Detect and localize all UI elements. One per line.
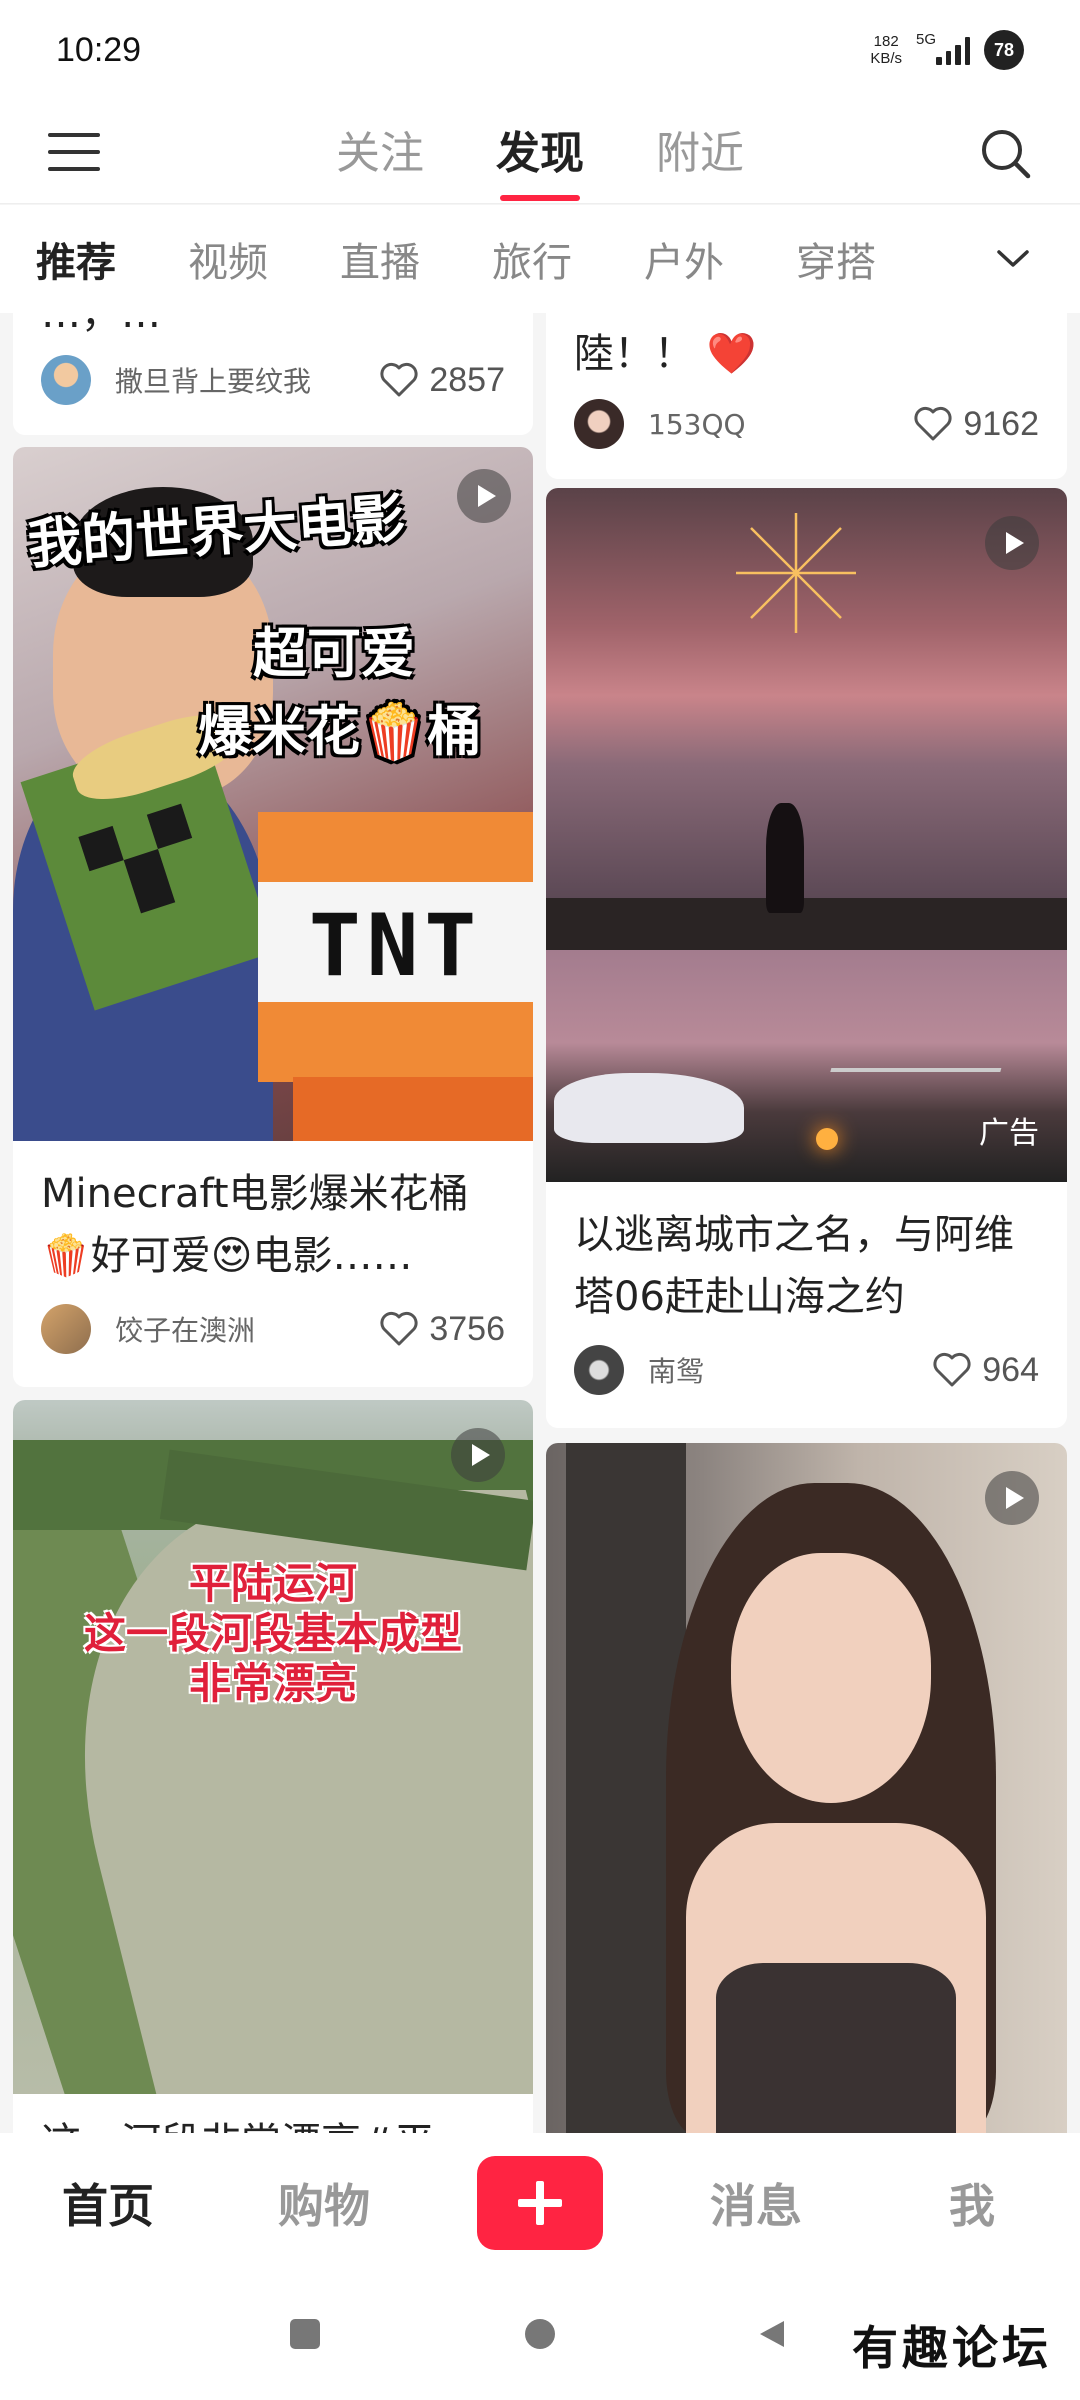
like-button[interactable]: 964	[932, 1351, 1039, 1390]
feed: …，… 撒旦背上要纹我 2857 陸！！ ❤️ 153QQ 9162 TNT 我…	[0, 313, 1080, 2133]
network-type: 5G	[916, 31, 937, 48]
avatar[interactable]	[574, 1345, 624, 1395]
bottom-nav: 首页 购物 消息 我	[0, 2133, 1080, 2273]
avatar[interactable]	[574, 399, 624, 449]
plus-icon	[518, 2181, 562, 2225]
status-indicators: 182 KB/s 5G 78	[870, 30, 1024, 70]
category-outfit[interactable]: 穿搭	[796, 230, 876, 288]
author-row: 饺子在澳洲 3756	[41, 1304, 505, 1354]
author-name[interactable]: 撒旦背上要纹我	[115, 360, 311, 400]
cover-image	[546, 1443, 1067, 2133]
author-name[interactable]: 饺子在澳洲	[115, 1309, 255, 1349]
video-play-icon	[457, 469, 511, 523]
video-play-icon	[985, 516, 1039, 570]
chevron-down-icon	[997, 250, 1029, 267]
ad-badge: 广告	[979, 1116, 1039, 1151]
like-button[interactable]: 9162	[913, 405, 1039, 444]
note-card[interactable]: …，… 撒旦背上要纹我 2857	[13, 313, 533, 435]
author-row: 153QQ 9162	[574, 399, 1039, 449]
category-bar: 推荐 视频 直播 旅行 户外 穿搭	[0, 205, 1080, 313]
tab-discover[interactable]: 发现	[496, 117, 584, 187]
note-title: Minecraft电影爆米花桶🍿好可爱😍电影……	[41, 1171, 469, 1279]
net-speed-unit: KB/s	[870, 50, 902, 67]
heart-icon	[380, 362, 418, 397]
like-count: 964	[982, 1350, 1039, 1389]
nav-messages[interactable]: 消息	[648, 2170, 864, 2236]
recents-icon[interactable]	[290, 2319, 320, 2349]
category-travel[interactable]: 旅行	[492, 230, 572, 288]
category-outdoor[interactable]: 户外	[644, 230, 724, 288]
cover-image: TNT 我的世界大电影 超可爱 爆米花🍿桶	[13, 447, 533, 1141]
nav-home[interactable]: 首页	[0, 2170, 216, 2236]
like-count: 2857	[429, 360, 505, 399]
like-button[interactable]: 2857	[379, 361, 505, 400]
watermark: 有趣论坛	[852, 2321, 1052, 2375]
nav-shop[interactable]: 购物	[216, 2170, 432, 2236]
note-card[interactable]: 平陆运河 这一段河段基本成型 非常漂亮 这一河段非常漂亮#平	[13, 1400, 533, 2133]
top-tabs: 关注 发现 附近	[0, 100, 1080, 204]
menu-icon[interactable]	[48, 130, 100, 174]
tnt-label: TNT	[308, 896, 483, 996]
cover-image: 广告	[546, 488, 1067, 1182]
search-icon[interactable]	[978, 126, 1032, 180]
net-speed: 182 KB/s	[870, 33, 902, 67]
note-title: 陸！！ ❤️	[574, 331, 757, 377]
avatar[interactable]	[41, 355, 91, 405]
net-speed-value: 182	[873, 33, 899, 50]
status-bar: 10:29 182 KB/s 5G 78	[0, 0, 1080, 100]
cover-text: 非常漂亮	[188, 1659, 357, 1708]
post-button[interactable]	[432, 2156, 648, 2250]
nav-me[interactable]: 我	[864, 2170, 1080, 2236]
author-row: 南鸳 964	[574, 1345, 1039, 1395]
note-title: 以逃离城市之名，与阿维塔06赶赴山海之约	[574, 1212, 1014, 1320]
header: 关注 发现 附近	[0, 100, 1080, 204]
signal-icon: 5G	[916, 31, 970, 65]
cover-text: 我的世界大电影	[25, 486, 408, 577]
status-time: 10:29	[56, 30, 142, 69]
heart-icon	[914, 406, 952, 441]
note-title: 这一河段非常漂亮#平	[13, 2112, 533, 2133]
tab-nearby[interactable]: 附近	[656, 117, 744, 187]
note-card[interactable]: 陸！！ ❤️ 153QQ 9162	[546, 313, 1067, 479]
system-nav-bar: 有趣论坛	[0, 2273, 1080, 2400]
note-card[interactable]: TNT 我的世界大电影 超可爱 爆米花🍿桶 Minecraft电影爆米花桶🍿好可…	[13, 447, 533, 1387]
category-expand-button[interactable]	[930, 205, 1080, 313]
category-live[interactable]: 直播	[340, 230, 420, 288]
like-count: 9162	[963, 404, 1039, 443]
heart-icon	[933, 1352, 971, 1387]
note-title: …，…	[41, 313, 161, 337]
cover-image: 平陆运河 这一段河段基本成型 非常漂亮	[13, 1400, 533, 2094]
video-play-icon	[985, 1471, 1039, 1525]
category-recommend[interactable]: 推荐	[36, 230, 116, 288]
note-card[interactable]	[546, 1443, 1067, 2133]
heart-emoji: ❤️	[706, 331, 757, 377]
battery-icon: 78	[984, 30, 1024, 70]
author-name[interactable]: 153QQ	[648, 408, 746, 441]
author-row: 撒旦背上要纹我 2857	[41, 355, 505, 405]
ad-card[interactable]: 广告 以逃离城市之名，与阿维塔06赶赴山海之约 南鸳 964	[546, 488, 1067, 1428]
like-count: 3756	[429, 1309, 505, 1348]
heart-icon	[380, 1311, 418, 1346]
home-icon[interactable]	[525, 2319, 555, 2349]
video-play-icon	[451, 1428, 505, 1482]
cover-text: 爆米花🍿桶	[198, 700, 482, 763]
like-button[interactable]: 3756	[379, 1310, 505, 1349]
avatar[interactable]	[41, 1304, 91, 1354]
cover-text: 超可爱	[253, 622, 415, 685]
category-video[interactable]: 视频	[188, 230, 268, 288]
author-name[interactable]: 南鸳	[648, 1350, 704, 1390]
tab-following[interactable]: 关注	[336, 117, 424, 187]
back-icon[interactable]	[758, 2319, 786, 2349]
